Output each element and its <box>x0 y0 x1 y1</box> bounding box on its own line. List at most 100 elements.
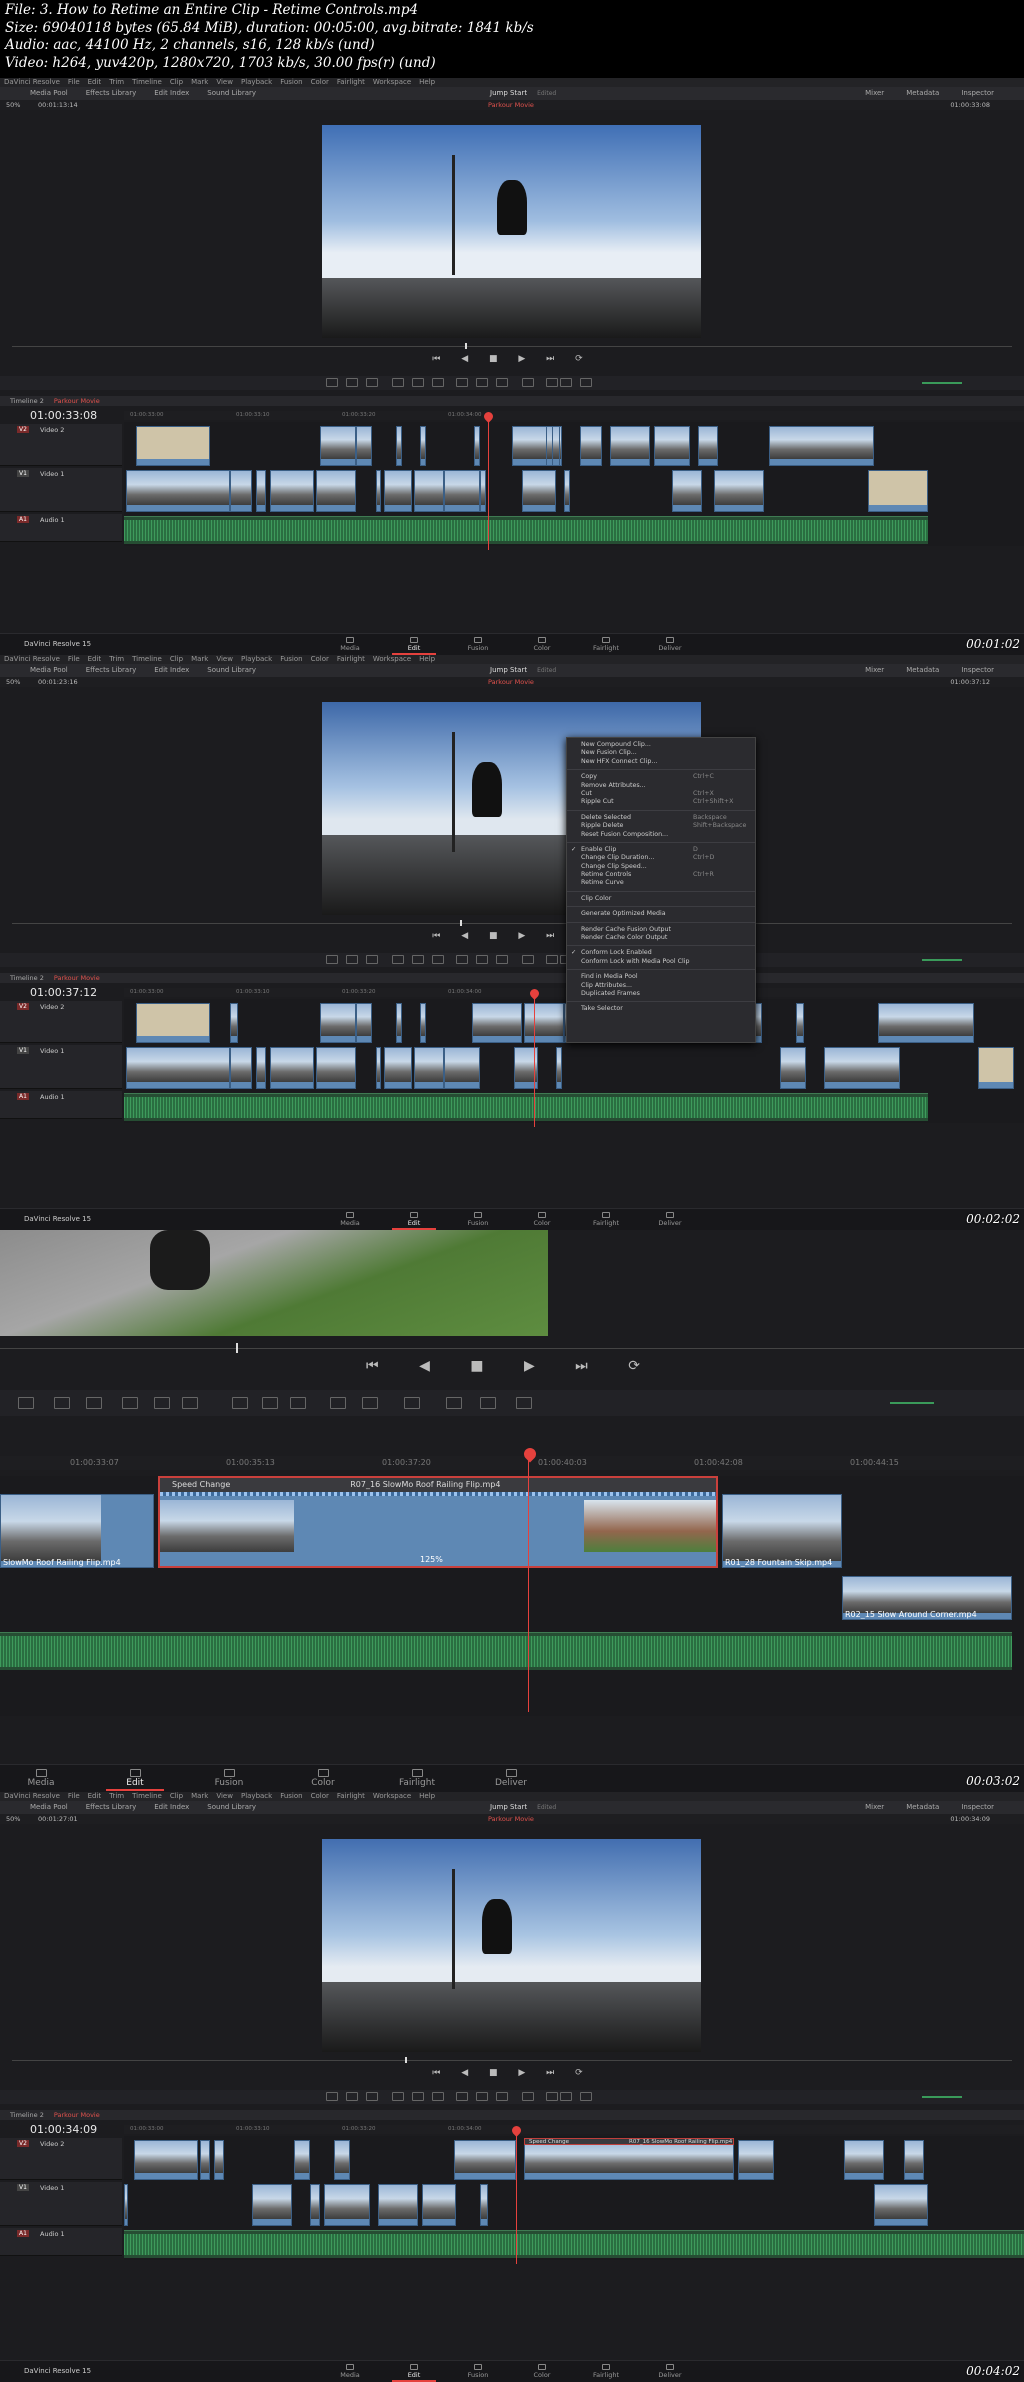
tool-button[interactable] <box>326 2092 338 2101</box>
timeline-clip[interactable] <box>824 1047 900 1089</box>
tool-button[interactable] <box>516 1397 532 1409</box>
timeline-clip[interactable] <box>230 470 252 512</box>
timeline-clip[interactable]: R02_15 Slow Around Corner.mp4 <box>842 1576 1012 1620</box>
viewer-scrub-bar[interactable] <box>12 346 1012 347</box>
context-menu-item[interactable]: Ripple Cut Ctrl+Shift+X <box>567 798 755 806</box>
menu-item[interactable]: Timeline <box>132 78 162 86</box>
menu-item[interactable]: Clip <box>170 78 183 86</box>
tool-button[interactable] <box>546 955 558 964</box>
tool-button[interactable] <box>476 955 488 964</box>
tool-button[interactable] <box>366 378 378 387</box>
timeline-clip[interactable] <box>738 2140 774 2180</box>
menu-item[interactable]: Trim <box>109 1792 124 1800</box>
tool-button[interactable] <box>392 955 404 964</box>
menu-item[interactable]: Color <box>311 78 329 86</box>
toolbar-button[interactable]: Effects Library <box>86 1803 137 1811</box>
timeline-clip[interactable]: SlowMo Roof Railing Flip.mp4 <box>0 1494 154 1568</box>
tool-button[interactable] <box>86 1397 102 1409</box>
viewer-playhead[interactable] <box>236 1343 238 1353</box>
menu-item[interactable]: View <box>216 78 233 86</box>
tool-button[interactable] <box>456 2092 468 2101</box>
timeline-clip[interactable] <box>310 2184 320 2226</box>
tool-button[interactable] <box>496 2092 508 2101</box>
timeline-clip[interactable] <box>214 2140 224 2180</box>
timeline-clip[interactable] <box>780 1047 806 1089</box>
tool-button[interactable] <box>496 955 508 964</box>
menu-item[interactable]: Help <box>419 78 435 86</box>
timeline-tracks[interactable]: SlowMo Roof Railing Flip.mp4 Speed Change… <box>0 1476 1024 1716</box>
tool-button[interactable] <box>412 378 424 387</box>
context-menu-item[interactable]: Copy Ctrl+C <box>567 773 755 781</box>
timeline-clip[interactable] <box>200 2140 210 2180</box>
timeline-clip[interactable] <box>444 470 480 512</box>
tool-button[interactable] <box>476 378 488 387</box>
transport-controls[interactable]: ⏮ ◀ ■ ▶ ⏭ ⟳ <box>0 2068 1024 2082</box>
timeline-clip[interactable] <box>230 1047 252 1089</box>
timeline-clip[interactable] <box>270 470 314 512</box>
tool-button[interactable] <box>330 1397 346 1409</box>
page-tab-media[interactable]: Media <box>332 1212 368 1227</box>
context-menu-item[interactable]: Clip Color <box>567 895 755 903</box>
timeline-tab-active[interactable]: Parkour Movie <box>54 974 100 982</box>
menu-item[interactable]: Clip <box>170 655 183 663</box>
context-menu-item[interactable]: Duplicated Frames <box>567 990 755 998</box>
toolbar-button[interactable]: Media Pool <box>30 666 68 674</box>
timeline-clip[interactable] <box>356 426 372 466</box>
context-menu-item[interactable]: Conform Lock with Media Pool Clip <box>567 958 755 966</box>
tool-button[interactable] <box>522 955 534 964</box>
timeline-clip[interactable] <box>414 1047 444 1089</box>
menu-item[interactable]: Fairlight <box>337 655 365 663</box>
timeline-clip[interactable] <box>376 1047 381 1089</box>
toolbar-button[interactable]: Media Pool <box>30 89 68 97</box>
timeline-clip[interactable] <box>256 1047 266 1089</box>
tool-button[interactable] <box>580 378 592 387</box>
tool-button[interactable] <box>392 2092 404 2101</box>
track-header-video-1[interactable]: V1 Video 1 <box>0 1045 122 1089</box>
page-tab-deliver[interactable]: Deliver <box>486 1769 536 1788</box>
context-menu-item[interactable]: Change Clip Speed... <box>567 863 755 871</box>
viewer-playhead[interactable] <box>465 343 467 349</box>
page-tab-edit[interactable]: Edit <box>106 1769 164 1791</box>
timeline-tab[interactable]: Timeline 2 Parkour Movie <box>10 2110 100 2120</box>
toolbar-button[interactable]: Mixer <box>865 666 884 674</box>
toolbar-button[interactable]: Edit Index <box>154 1803 189 1811</box>
transport-controls[interactable]: ⏮ ◀ ■ ▶ ⏭ ⟳ <box>0 354 1024 368</box>
audio-clip[interactable] <box>0 1632 1012 1670</box>
tool-button[interactable] <box>346 2092 358 2101</box>
timeline-clip[interactable] <box>474 426 480 466</box>
menu-item[interactable]: Workspace <box>373 1792 411 1800</box>
menu-item[interactable]: Color <box>311 655 329 663</box>
toolbar-button[interactable]: Sound Library <box>207 89 256 97</box>
timeline-clip[interactable] <box>868 470 928 512</box>
menu-item[interactable]: Mark <box>191 1792 208 1800</box>
timeline-clip[interactable] <box>376 470 381 512</box>
timeline-clip[interactable] <box>294 2140 310 2180</box>
page-tab-fairlight[interactable]: Fairlight <box>588 637 624 652</box>
tool-button[interactable] <box>546 378 558 387</box>
track-header-video-1[interactable]: V1 Video 1 <box>0 468 122 512</box>
page-tab-fairlight[interactable]: Fairlight <box>392 1769 442 1788</box>
menu-item[interactable]: Mark <box>191 655 208 663</box>
track-header-video-2[interactable]: V2 Video 2 <box>0 424 122 466</box>
menu-item[interactable]: Trim <box>109 655 124 663</box>
tool-button[interactable] <box>232 1397 248 1409</box>
timeline-clip[interactable] <box>844 2140 884 2180</box>
audio-clip[interactable] <box>124 2230 1024 2258</box>
tool-button[interactable] <box>18 1397 34 1409</box>
timeline-clip[interactable] <box>316 470 356 512</box>
timeline-clip[interactable] <box>796 1003 804 1043</box>
timeline-clip[interactable] <box>556 1047 562 1089</box>
context-menu-item[interactable]: New Fusion Clip... <box>567 749 755 757</box>
timeline-ruler[interactable]: 01:00:33:00 01:00:33:10 01:00:33:20 01:00:3… <box>124 2125 1024 2134</box>
context-menu-item[interactable]: Find in Media Pool <box>567 973 755 981</box>
menu-item[interactable]: Help <box>419 655 435 663</box>
timeline-clip[interactable] <box>978 1047 1014 1089</box>
page-tab-deliver[interactable]: Deliver <box>652 2364 688 2379</box>
tool-button[interactable] <box>480 1397 496 1409</box>
context-menu-item[interactable]: Render Cache Color Output <box>567 934 755 942</box>
transport-controls[interactable]: ⏮ ◀ ■ ▶ ⏭ ⟳ <box>0 931 1024 945</box>
page-tab-color[interactable]: Color <box>298 1769 348 1788</box>
toolbar-button[interactable]: Metadata <box>906 666 939 674</box>
timeline-clip[interactable] <box>524 2140 734 2180</box>
toolbar-button[interactable]: Inspector <box>961 1803 994 1811</box>
